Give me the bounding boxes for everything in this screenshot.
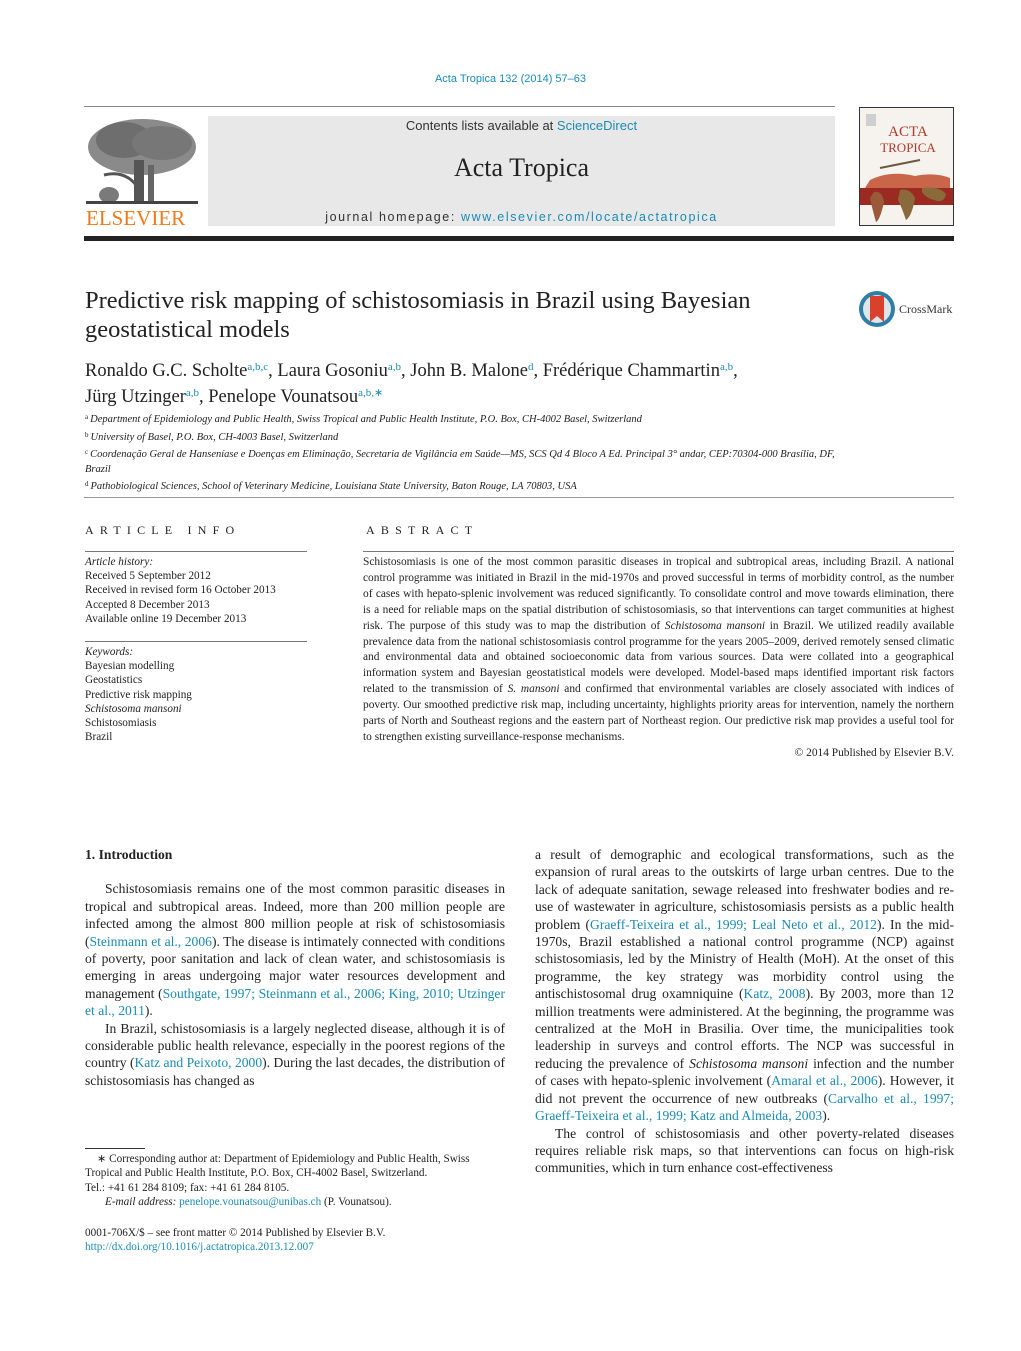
- affiliation: d Pathobiological Sciences, School of Vet…: [85, 480, 577, 492]
- journal-homepage-link[interactable]: www.elsevier.com/locate/actatropica: [461, 210, 718, 224]
- svg-text:ELSEVIER: ELSEVIER: [86, 206, 185, 230]
- citation-link[interactable]: Steinmann et al., 2006: [90, 934, 212, 949]
- keyword: Bayesian modelling: [85, 660, 175, 673]
- crossmark-label: CrossMark: [899, 301, 953, 316]
- author-list: Ronaldo G.C. Scholtea,b,c, Laura Gosoniu…: [85, 361, 738, 407]
- keywords: Keywords: Bayesian modelling Geostatisti…: [85, 645, 315, 744]
- abstract-body: Schistosomiasis is one of the most commo…: [363, 555, 954, 762]
- elsevier-logo: ELSEVIER: [84, 115, 202, 230]
- citation-link[interactable]: Graeff-Teixeira et al., 1999; Leal Neto …: [590, 917, 877, 932]
- author-affiliation-marker[interactable]: a,b: [388, 361, 401, 373]
- journal-homepage-line: journal homepage: www.elsevier.com/locat…: [208, 210, 835, 224]
- header-rule: [84, 106, 835, 107]
- article-history: Article history: Received 5 September 20…: [85, 555, 315, 626]
- paragraph: The control of schistosomiasis and other…: [535, 1125, 954, 1176]
- corresponding-author-address: ∗ Corresponding author at: Department of…: [85, 1153, 470, 1180]
- author[interactable]: John B. Maloned: [410, 361, 533, 381]
- journal-cover-image[interactable]: ACTA TROPICA: [859, 107, 954, 226]
- affiliation: b University of Basel, P.O. Box, CH-4003 …: [85, 430, 339, 443]
- contents-prefix: Contents lists available at: [405, 118, 557, 133]
- svg-text:ACTA: ACTA: [888, 124, 928, 140]
- divider: [85, 641, 307, 642]
- journal-title: Acta Tropica: [453, 153, 590, 182]
- author[interactable]: Penelope Vounatsoua,b,∗: [208, 387, 383, 407]
- corresponding-author-footnote: ∗ Corresponding author at: Department of…: [85, 1152, 505, 1210]
- author-affiliation-marker[interactable]: a,b,c: [247, 361, 268, 373]
- article-info-heading: ARTICLE INFO: [85, 523, 241, 537]
- author[interactable]: Jürg Utzingera,b: [85, 387, 199, 407]
- abstract-copyright: © 2014 Published by Elsevier B.V.: [794, 746, 954, 759]
- section-heading-introduction: 1. Introduction: [85, 847, 173, 862]
- history-item: Received in revised form 16 October 2013: [85, 584, 276, 597]
- keyword: Schistosoma mansoni: [85, 702, 182, 715]
- author-affiliation-marker[interactable]: a,b,∗: [358, 387, 383, 399]
- header-thick-rule: [84, 236, 954, 241]
- body-column-right: a result of demographic and ecological t…: [535, 846, 954, 1177]
- email-line: E-mail address: penelope.vounatsou@uniba…: [105, 1196, 392, 1209]
- affiliations: a Department of Epidemiology and Public H…: [85, 410, 845, 495]
- article-title: Predictive risk mapping of schistosomias…: [85, 287, 751, 343]
- history-item: Available online 19 December 2013: [85, 612, 247, 625]
- author[interactable]: Ronaldo G.C. Scholtea,b,c: [85, 361, 268, 381]
- history-item: Accepted 8 December 2013: [85, 598, 210, 611]
- paragraph-continued: a result of demographic and ecological t…: [535, 847, 955, 1124]
- svg-text:TROPICA: TROPICA: [880, 140, 936, 155]
- section-divider: [84, 497, 954, 498]
- affiliation: a Department of Epidemiology and Public H…: [85, 413, 642, 425]
- phone-fax: Tel.: +41 61 284 8109; fax: +41 61 284 8…: [85, 1181, 290, 1194]
- citation-link[interactable]: Katz, 2008: [744, 986, 806, 1001]
- citation-link[interactable]: Amaral et al., 2006: [771, 1073, 878, 1088]
- history-label: Article history:: [85, 556, 154, 568]
- history-item: Received 5 September 2012: [85, 570, 211, 583]
- paragraph: In Brazil, schistosomiasis is a largely …: [85, 1020, 506, 1088]
- divider: [363, 551, 954, 552]
- footnote-rule: [85, 1148, 145, 1149]
- affiliation: c Coordenação Geral de Hanseníase e Doenç…: [85, 448, 835, 475]
- crossmark-icon: [859, 291, 895, 327]
- crossmark-badge[interactable]: CrossMark: [858, 290, 952, 328]
- author[interactable]: Laura Gosoniua,b: [277, 361, 401, 381]
- front-matter: 0001-706X/$ – see front matter © 2014 Pu…: [85, 1226, 505, 1255]
- author-affiliation-marker[interactable]: a,b: [720, 361, 733, 373]
- keywords-label: Keywords:: [85, 646, 134, 658]
- email-link[interactable]: penelope.vounatsou@unibas.ch: [179, 1196, 321, 1208]
- citation-link[interactable]: Katz and Peixoto, 2000: [134, 1055, 262, 1070]
- contents-line: Contents lists available at ScienceDirec…: [208, 118, 835, 133]
- keyword: Brazil: [85, 731, 113, 744]
- divider: [85, 551, 307, 552]
- journal-reference[interactable]: Acta Tropica 132 (2014) 57–63: [0, 73, 1021, 85]
- paragraph: Schistosomiasis remains one of the most …: [85, 881, 505, 1019]
- elsevier-tree-icon: ELSEVIER: [86, 119, 198, 230]
- keyword: Geostatistics: [85, 674, 143, 687]
- cover-world-map-icon: ACTA TROPICA: [860, 108, 953, 225]
- homepage-prefix: journal homepage:: [325, 210, 462, 224]
- abstract-heading: ABSTRACT: [366, 523, 479, 537]
- keyword: Predictive risk mapping: [85, 688, 192, 701]
- author[interactable]: Frédérique Chammartina,b: [543, 361, 733, 381]
- sciencedirect-link[interactable]: ScienceDirect: [557, 118, 637, 133]
- issn-line: 0001-706X/$ – see front matter © 2014 Pu…: [85, 1227, 386, 1239]
- keyword: Schistosomiasis: [85, 717, 157, 730]
- author-affiliation-marker[interactable]: a,b: [186, 387, 199, 399]
- body-column-left: 1. Introduction Schistosomiasis remains …: [85, 846, 505, 1089]
- doi-link[interactable]: http://dx.doi.org/10.1016/j.actatropica.…: [85, 1240, 505, 1254]
